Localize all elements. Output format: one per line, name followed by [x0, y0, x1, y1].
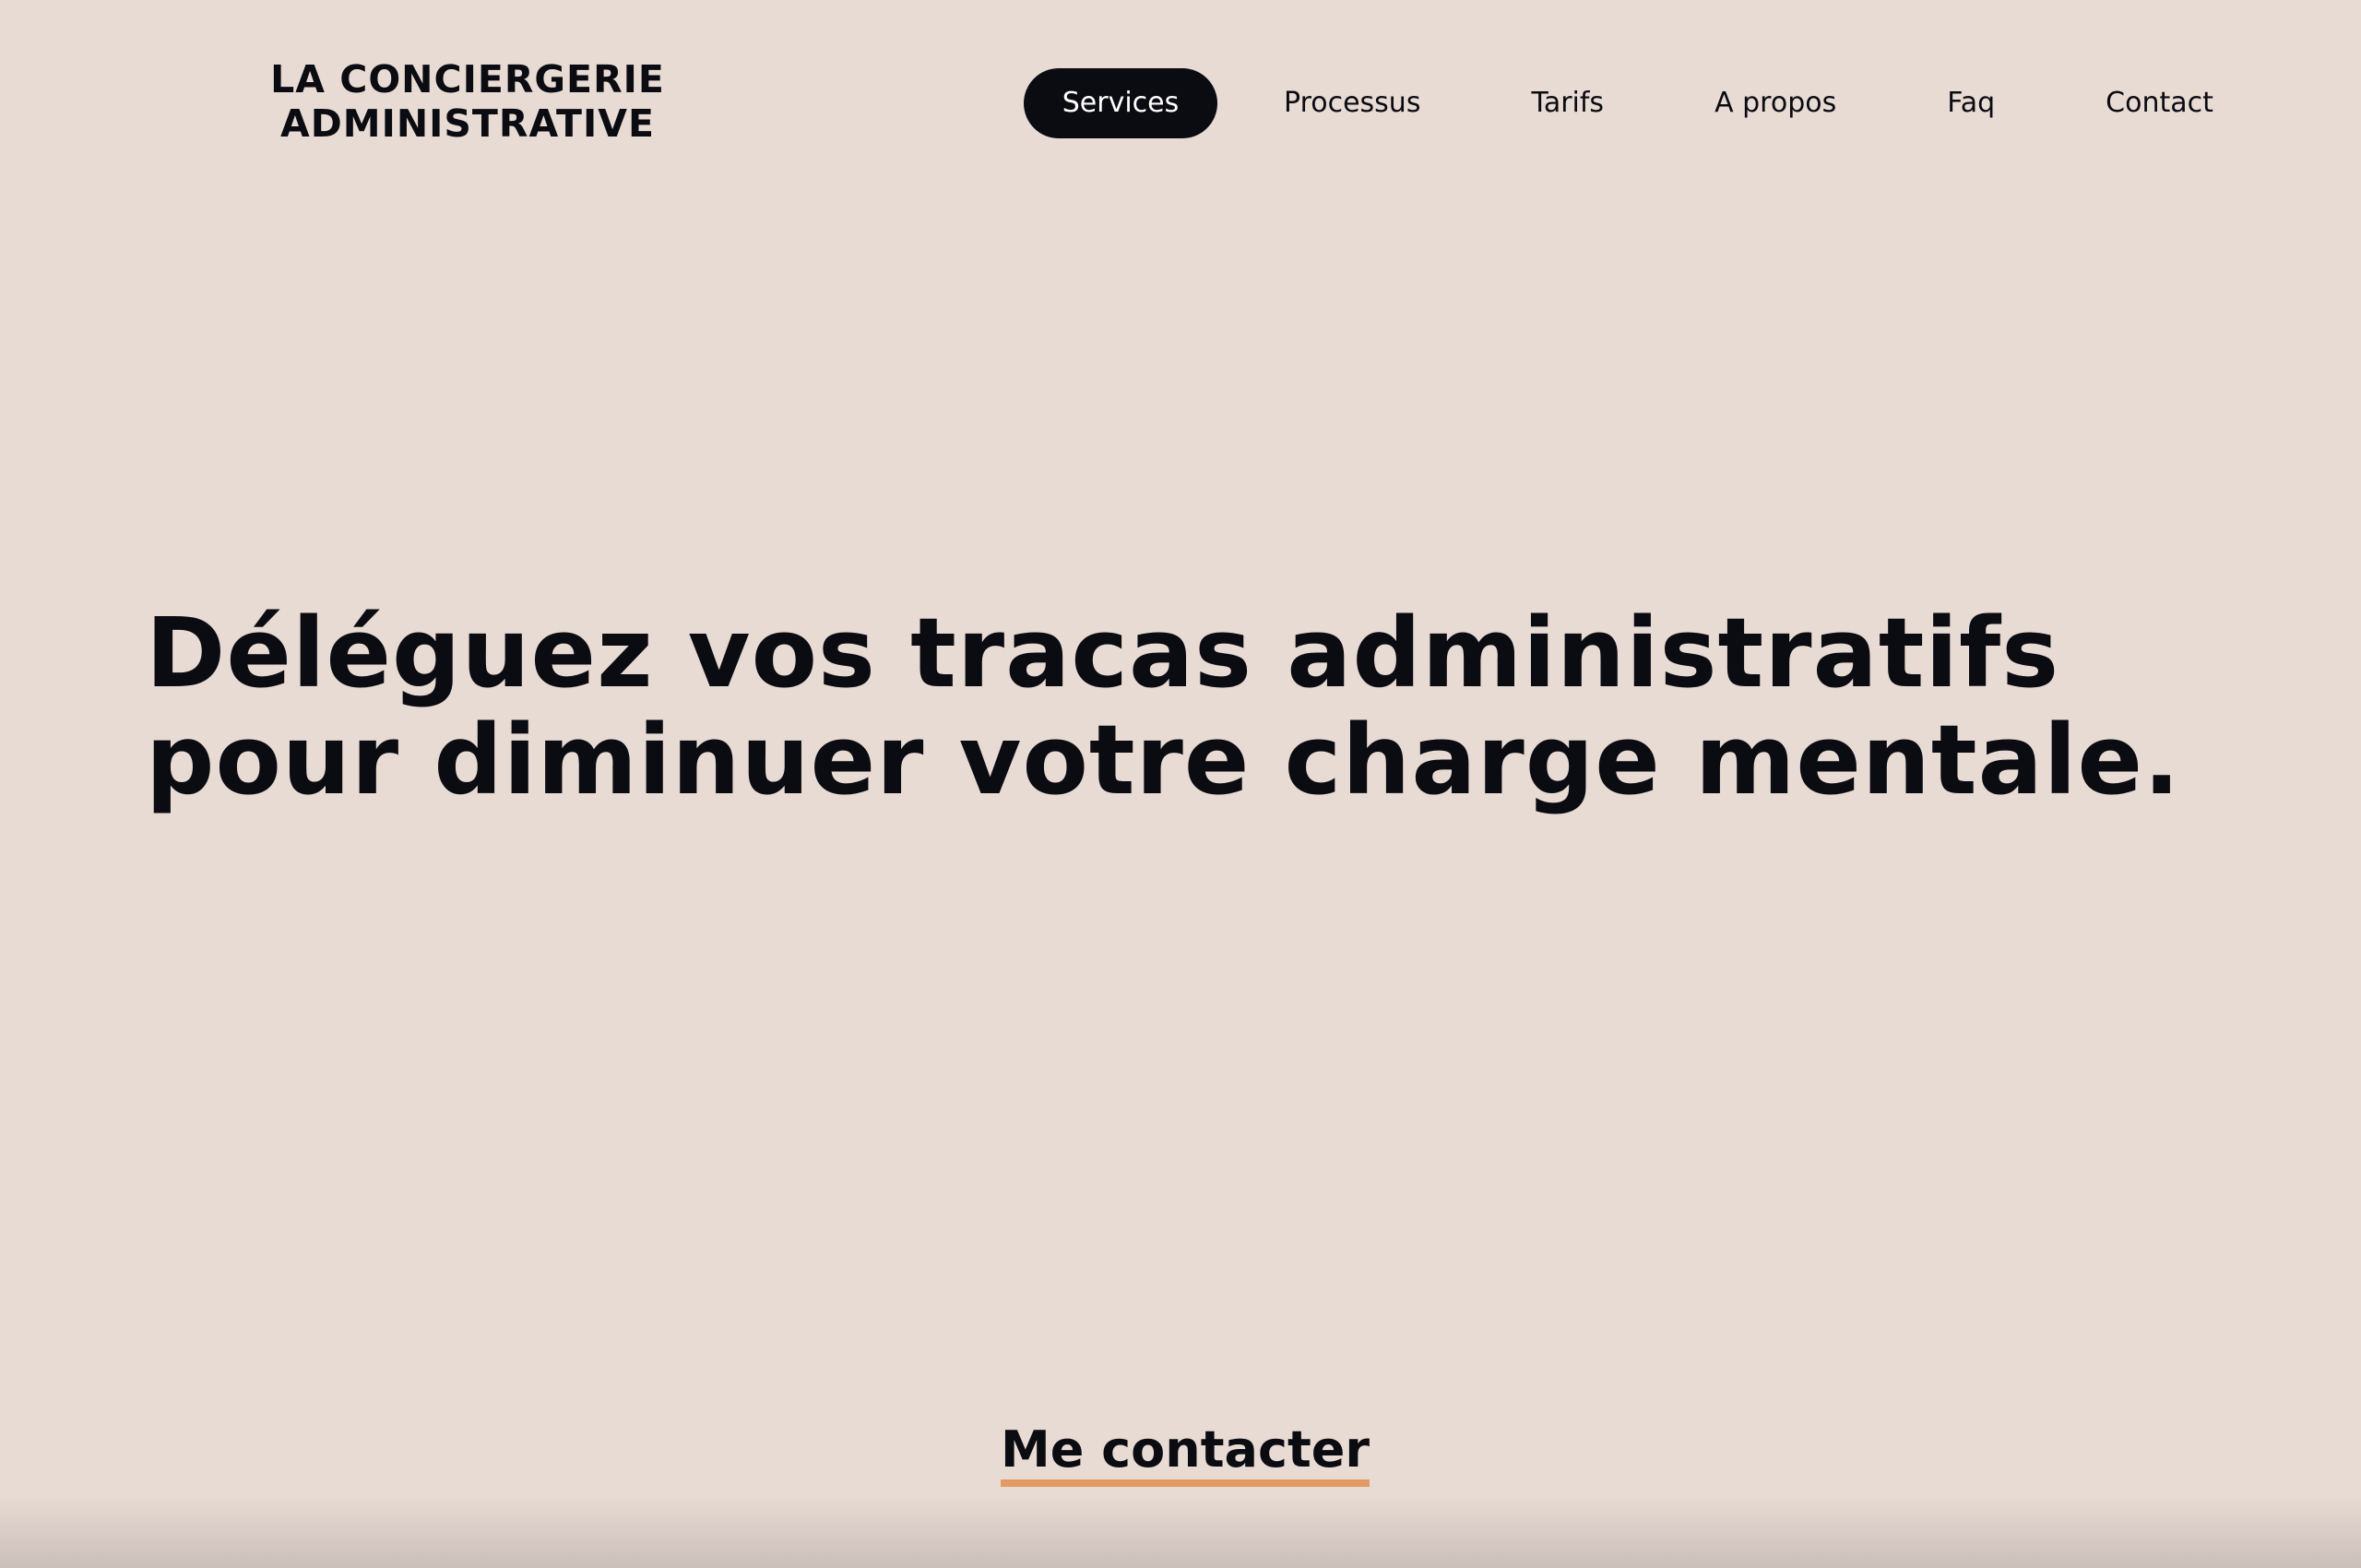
logo-line-1: LA CONCIERGERIE	[270, 57, 665, 101]
hero-headline-line-2: pour diminuer votre charge mentale.	[146, 704, 2181, 816]
hero-headline-line-1: Déléguez vos tracas administratifs	[146, 597, 2060, 709]
site-logo[interactable]: LA CONCIERGERIE ADMINISTRATIVE	[214, 57, 721, 146]
nav-item-faq[interactable]: Faq	[1947, 68, 1995, 138]
nav-item-tarifs[interactable]: Tarifs	[1531, 68, 1604, 138]
bottom-fade-divider	[0, 1494, 2361, 1568]
hero-headline: Déléguez vos tracas administratifs pour …	[146, 600, 2267, 814]
main-navigation: Services Processus Tarifs A propos Faq C…	[1024, 68, 2213, 138]
contact-cta-link[interactable]: Me contacter	[1001, 1420, 1370, 1487]
nav-item-processus[interactable]: Processus	[1284, 68, 1420, 138]
logo-line-2: ADMINISTRATIVE	[280, 101, 655, 146]
nav-item-services[interactable]: Services	[1024, 68, 1217, 138]
nav-item-a-propos[interactable]: A propos	[1714, 68, 1836, 138]
nav-item-contact[interactable]: Contact	[2106, 68, 2213, 138]
